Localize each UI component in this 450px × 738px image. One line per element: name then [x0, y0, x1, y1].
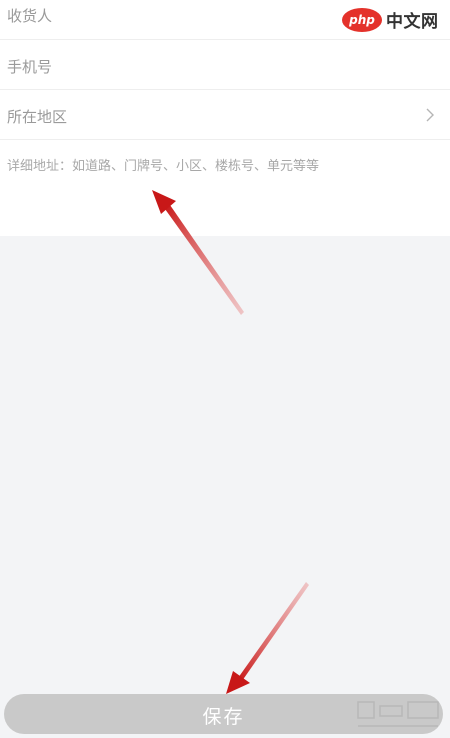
phone-placeholder: 手机号	[7, 58, 53, 76]
chevron-right-icon	[426, 108, 434, 122]
detail-address-field[interactable]: 详细地址：如道路、门牌号、小区、楼栋号、单元等等	[0, 141, 450, 236]
site-watermark: php 中文网	[338, 0, 450, 38]
recipient-placeholder: 收货人	[7, 7, 53, 25]
detail-address-placeholder: 详细地址：如道路、门牌号、小区、楼栋号、单元等等	[7, 159, 320, 174]
watermark-site-text: 中文网	[386, 12, 439, 32]
region-label: 所在地区	[7, 108, 68, 126]
phone-field[interactable]: 手机号	[0, 41, 450, 90]
php-logo-icon: php	[342, 8, 382, 32]
arrow-to-save-button	[226, 582, 309, 694]
region-selector[interactable]: 所在地区	[0, 91, 450, 140]
corner-watermark-icon	[357, 701, 439, 727]
